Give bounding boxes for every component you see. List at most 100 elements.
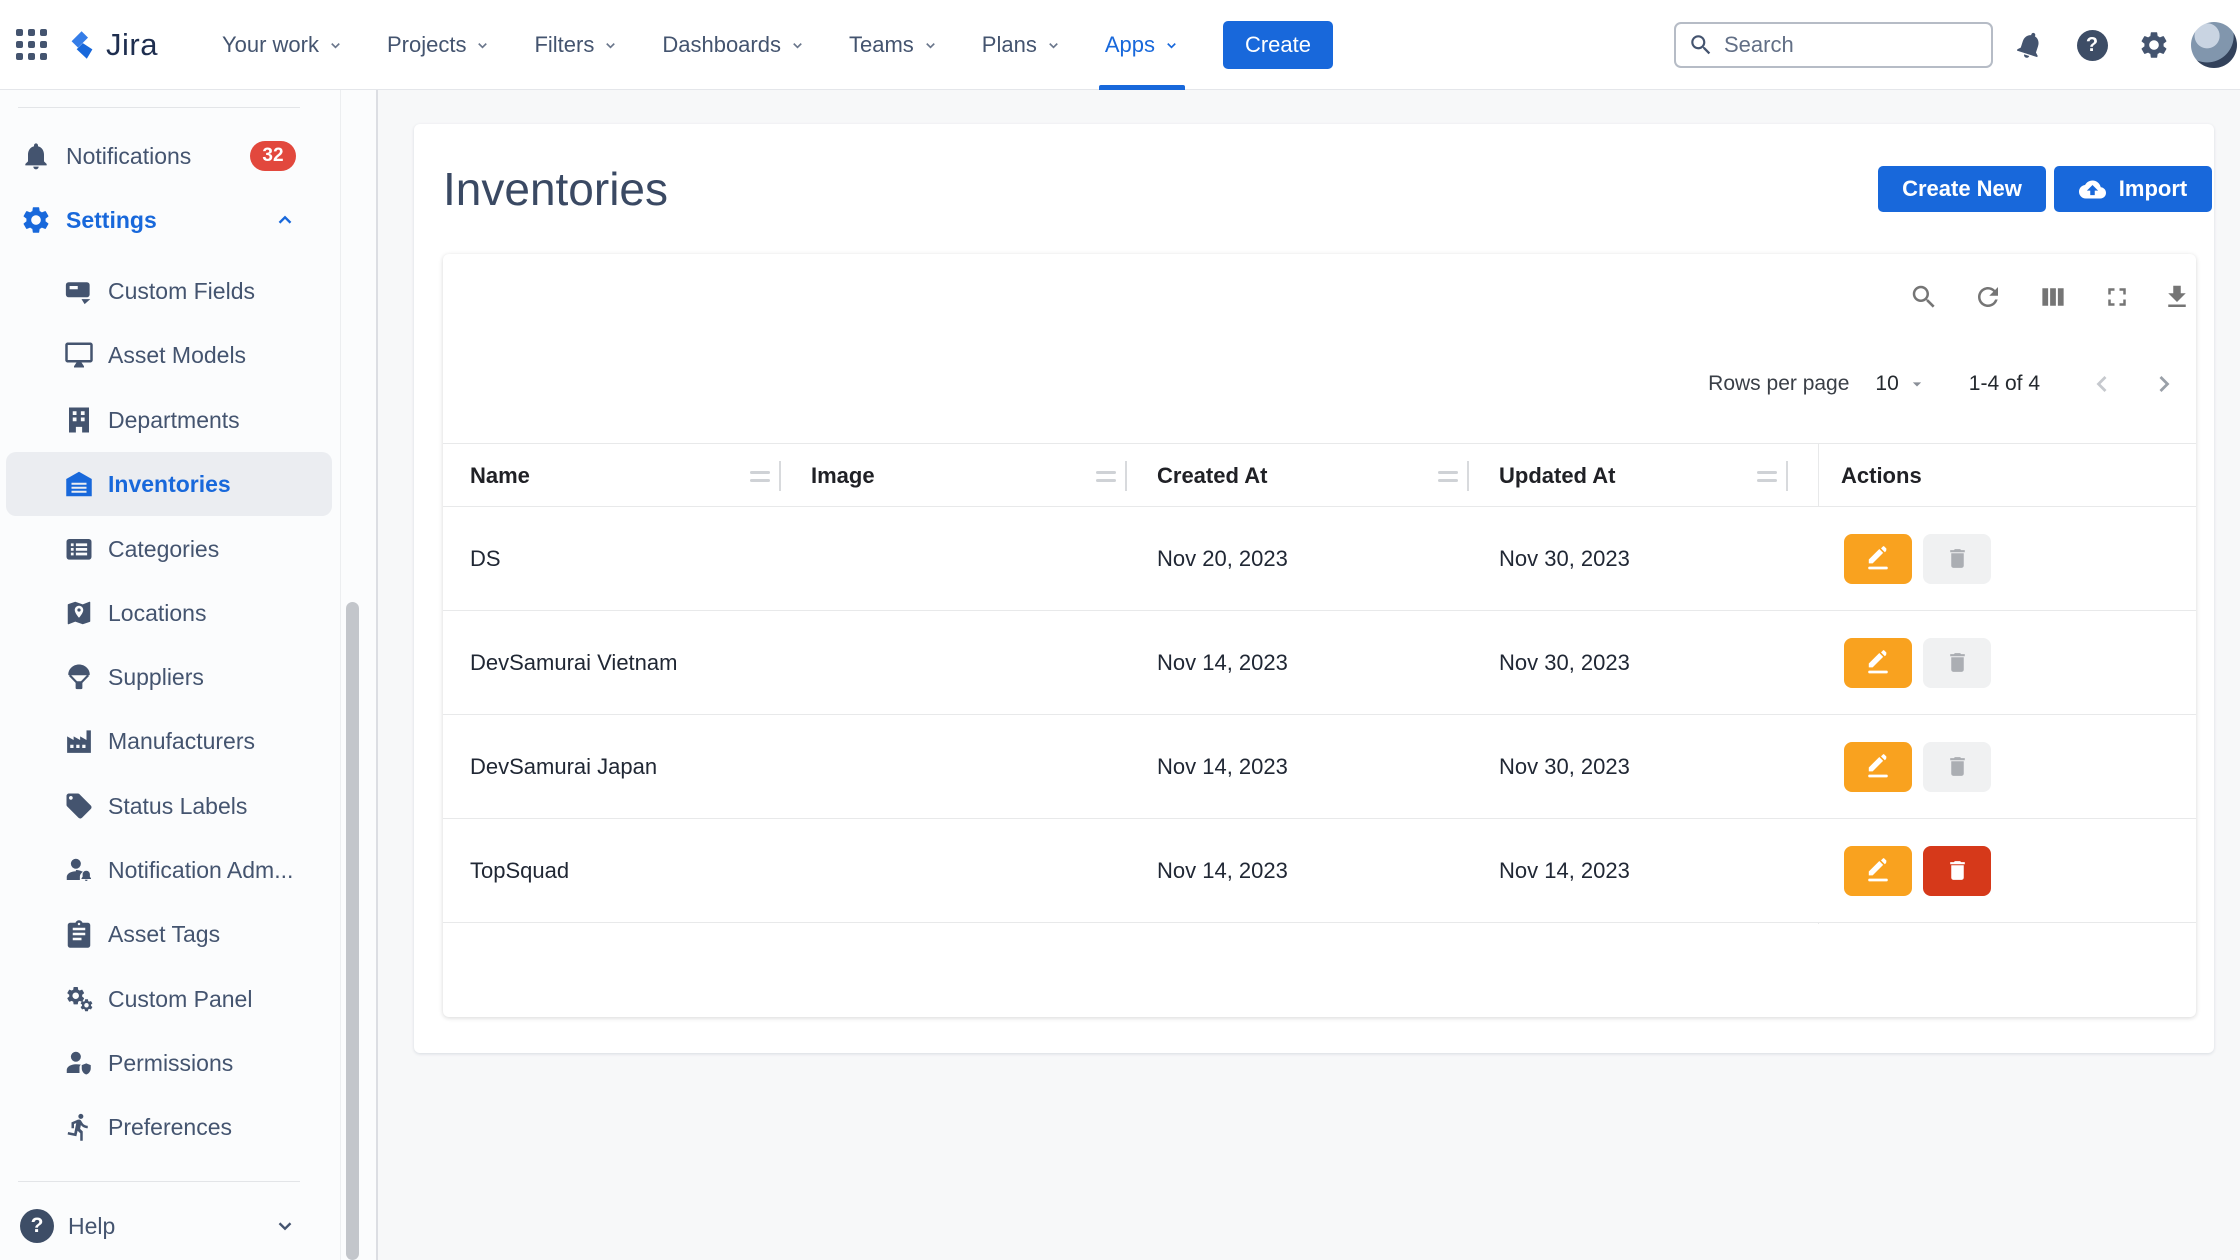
avatar[interactable] [2191, 22, 2237, 68]
table-row[interactable]: DevSamurai Japan Nov 14, 2023 Nov 30, 20… [443, 715, 2196, 819]
sidebar-item-custom-fields[interactable]: Custom Fields [0, 259, 340, 323]
notifications-count-badge: 32 [250, 141, 296, 171]
edit-button[interactable] [1844, 638, 1912, 688]
nav-your-work[interactable]: Your work [200, 0, 365, 90]
sidebar-item-preferences[interactable]: Preferences [0, 1095, 340, 1159]
monitor-icon [64, 340, 94, 370]
column-drag-handle[interactable] [1438, 471, 1458, 482]
notifications-bell-button[interactable] [2013, 28, 2047, 62]
table-row[interactable]: TopSquad Nov 14, 2023 Nov 14, 2023 [443, 819, 2196, 923]
sidebar-item-suppliers[interactable]: Suppliers [0, 645, 340, 709]
settings-gear-button[interactable] [2137, 28, 2171, 62]
caret-down-icon [1907, 374, 1927, 394]
nav-plans[interactable]: Plans [960, 0, 1083, 90]
create-button[interactable]: Create [1223, 21, 1333, 69]
table-row[interactable]: DevSamurai Vietnam Nov 14, 2023 Nov 30, … [443, 611, 2196, 715]
parachute-box-icon [64, 662, 94, 692]
sidebar-item-settings[interactable]: Settings [0, 188, 340, 252]
refresh-icon [1973, 282, 2003, 312]
sidebar: Notifications 32 Settings Custom Fields … [0, 90, 378, 1260]
fullscreen-icon [2102, 282, 2132, 312]
app-switcher-icon[interactable] [12, 25, 52, 65]
column-header-created-at[interactable]: Created At [1157, 444, 1499, 508]
jira-logo[interactable]: Jira [66, 27, 158, 63]
sidebar-scrollbar[interactable] [346, 602, 359, 1260]
edit-button[interactable] [1844, 742, 1912, 792]
import-button[interactable]: Import [2054, 166, 2212, 212]
edit-button[interactable] [1844, 846, 1912, 896]
trash-icon [1945, 546, 1970, 571]
delete-button[interactable] [1923, 638, 1991, 688]
nav-teams[interactable]: Teams [827, 0, 960, 90]
nav-filters[interactable]: Filters [512, 0, 640, 90]
nav-projects[interactable]: Projects [365, 0, 512, 90]
sidebar-item-permissions[interactable]: Permissions [0, 1031, 340, 1095]
delete-button[interactable] [1923, 742, 1991, 792]
rows-per-page-select[interactable]: 10 [1875, 372, 1926, 396]
edit-pencil-icon [1865, 858, 1891, 884]
columns-icon [2038, 282, 2068, 312]
cell-created-at: Nov 14, 2023 [1157, 754, 1499, 780]
table-refresh-button[interactable] [1966, 275, 2010, 319]
column-separator [779, 461, 781, 491]
next-page-button[interactable] [2142, 362, 2186, 406]
column-drag-handle[interactable] [1096, 471, 1116, 482]
chevron-left-icon [2088, 370, 2116, 398]
logo-text: Jira [106, 27, 158, 63]
main-content: Inventories Create New Import [380, 90, 2240, 1260]
cell-updated-at: Nov 30, 2023 [1499, 650, 1818, 676]
trash-icon [1945, 650, 1970, 675]
sidebar-item-inventories[interactable]: Inventories [6, 452, 332, 516]
delete-button[interactable] [1923, 846, 1991, 896]
custom-fields-icon [64, 276, 94, 306]
cell-name: DevSamurai Japan [470, 754, 811, 780]
nav-dashboards[interactable]: Dashboards [640, 0, 827, 90]
column-drag-handle[interactable] [1757, 471, 1777, 482]
cell-created-at: Nov 14, 2023 [1157, 858, 1499, 884]
cell-name: DevSamurai Vietnam [470, 650, 811, 676]
table-search-button[interactable] [1902, 275, 1946, 319]
column-header-updated-at[interactable]: Updated At [1499, 444, 1818, 508]
sidebar-item-departments[interactable]: Departments [0, 388, 340, 452]
sidebar-item-custom-panel[interactable]: Custom Panel [0, 967, 340, 1031]
table-columns-button[interactable] [2031, 275, 2075, 319]
table-row[interactable]: DS Nov 20, 2023 Nov 30, 2023 [443, 507, 2196, 611]
sidebar-item-notification-admin[interactable]: Notification Adm... [0, 838, 340, 902]
person-shield-icon [64, 1048, 94, 1078]
delete-button[interactable] [1923, 534, 1991, 584]
nav-apps[interactable]: Apps [1083, 0, 1201, 90]
sidebar-item-help[interactable]: ? Help [0, 1194, 340, 1258]
column-drag-handle[interactable] [750, 471, 770, 482]
factory-icon [64, 726, 94, 756]
pagination-range: 1-4 of 4 [1969, 372, 2040, 396]
column-separator [1467, 461, 1469, 491]
sidebar-item-asset-tags[interactable]: Asset Tags [0, 902, 340, 966]
sidebar-item-notifications[interactable]: Notifications 32 [0, 124, 340, 188]
chevron-down-icon [328, 38, 343, 53]
chevron-down-icon [475, 38, 490, 53]
map-pin-icon [64, 598, 94, 628]
person-bell-icon [64, 855, 94, 885]
create-new-button[interactable]: Create New [1878, 166, 2046, 212]
sidebar-item-asset-models[interactable]: Asset Models [0, 323, 340, 387]
sidebar-item-categories[interactable]: Categories [0, 517, 340, 581]
data-grid: Rows per page 10 1-4 of 4 [443, 254, 2196, 1017]
column-header-name[interactable]: Name [470, 444, 811, 508]
help-icon: ? [20, 1209, 54, 1243]
table-fullscreen-button[interactable] [2095, 275, 2139, 319]
column-header-image[interactable]: Image [811, 444, 1157, 508]
previous-page-button[interactable] [2080, 362, 2124, 406]
cell-name: DS [470, 546, 811, 572]
sidebar-item-locations[interactable]: Locations [0, 581, 340, 645]
search-input[interactable] [1724, 32, 1974, 58]
sidebar-item-manufacturers[interactable]: Manufacturers [0, 709, 340, 773]
cell-updated-at: Nov 30, 2023 [1499, 546, 1818, 572]
chevron-down-icon [923, 38, 938, 53]
chevron-down-icon [603, 38, 618, 53]
sidebar-item-status-labels[interactable]: Status Labels [0, 774, 340, 838]
page-title: Inventories [443, 162, 668, 216]
edit-button[interactable] [1844, 534, 1912, 584]
help-button[interactable]: ? [2075, 28, 2109, 62]
table-download-button[interactable] [2155, 275, 2199, 319]
inventories-card: Inventories Create New Import [414, 124, 2214, 1053]
